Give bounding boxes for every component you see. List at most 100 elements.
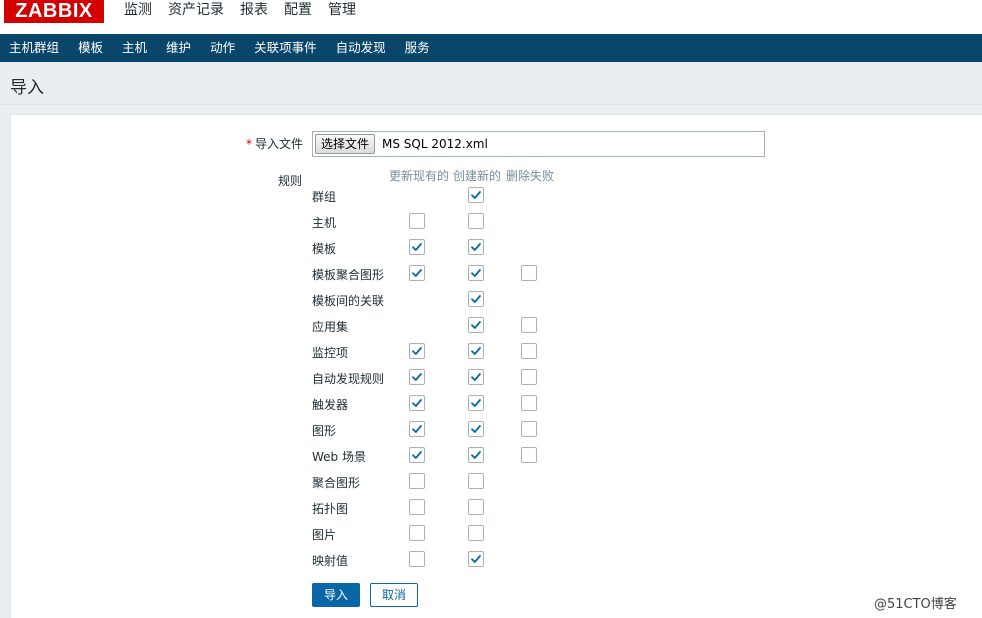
rule-update-checkbox[interactable] — [409, 239, 425, 255]
check-icon — [412, 373, 422, 381]
sub-nav-item[interactable]: 关联项事件 — [247, 34, 324, 62]
sub-nav-item[interactable]: 主机群组 — [2, 34, 66, 62]
rule-create-checkbox[interactable] — [468, 187, 484, 203]
rule-update-checkbox[interactable] — [409, 265, 425, 281]
rule-update-checkbox[interactable] — [409, 395, 425, 411]
title-divider — [0, 104, 982, 105]
choose-file-button[interactable]: 选择文件 — [315, 134, 376, 154]
rule-label: 模板聚合图形 — [312, 268, 385, 282]
sub-nav-item[interactable]: 模板 — [71, 34, 110, 62]
rule-label: 模板间的关联 — [312, 294, 385, 308]
import-file-label: * 导入文件 — [246, 135, 303, 152]
rule-update-checkbox[interactable] — [409, 343, 425, 359]
check-icon — [412, 451, 422, 459]
check-icon — [471, 555, 481, 563]
file-input[interactable]: 选择文件 MS SQL 2012.xml — [312, 131, 765, 157]
main-menu: 监测 资产记录 报表 配置 管理 — [116, 0, 364, 47]
required-mark: * — [246, 137, 252, 151]
rule-create-checkbox[interactable] — [468, 369, 484, 385]
rule-update-checkbox[interactable] — [409, 369, 425, 385]
main-menu-item[interactable]: 配置 — [276, 0, 320, 47]
rule-label: 自动发现规则 — [312, 372, 385, 386]
rule-create-checkbox[interactable] — [468, 499, 484, 515]
sub-nav: 主机群组 模板 主机 维护 动作 关联项事件 自动发现 服务 — [0, 34, 982, 62]
check-icon — [471, 243, 481, 251]
rule-label: 图片 — [312, 528, 337, 542]
check-icon — [471, 191, 481, 199]
check-icon — [471, 347, 481, 355]
import-form-panel — [10, 114, 982, 618]
rule-label: 应用集 — [312, 320, 349, 334]
rule-update-checkbox[interactable] — [409, 447, 425, 463]
import-button[interactable]: 导入 — [312, 583, 360, 607]
top-bar: ZABBIX 监测 资产记录 报表 配置 管理 — [0, 0, 982, 47]
rule-create-checkbox[interactable] — [468, 421, 484, 437]
rule-update-checkbox[interactable] — [409, 551, 425, 567]
rule-create-checkbox[interactable] — [468, 317, 484, 333]
rule-create-checkbox[interactable] — [468, 239, 484, 255]
rule-label: 图形 — [312, 424, 337, 438]
rule-update-checkbox[interactable] — [409, 213, 425, 229]
rule-create-checkbox[interactable] — [468, 525, 484, 541]
rule-label: 拓扑图 — [312, 502, 349, 516]
cancel-button[interactable]: 取消 — [370, 583, 418, 607]
rule-label: 模板 — [312, 242, 337, 256]
rule-label: Web 场景 — [312, 450, 366, 464]
page-title: 导入 — [10, 78, 44, 98]
check-icon — [471, 373, 481, 381]
rule-delete-checkbox[interactable] — [521, 395, 537, 411]
check-icon — [412, 425, 422, 433]
import-file-label-text: 导入文件 — [255, 137, 304, 151]
rule-label: 监控项 — [312, 346, 349, 360]
rule-label: 群组 — [312, 190, 337, 204]
rule-create-checkbox[interactable] — [468, 213, 484, 229]
rule-delete-checkbox[interactable] — [521, 265, 537, 281]
rules-column-header: 创建新的 — [453, 169, 502, 183]
rule-label: 聚合图形 — [312, 476, 361, 490]
selected-file-name: MS SQL 2012.xml — [382, 137, 488, 151]
sub-nav-item[interactable]: 服务 — [398, 34, 437, 62]
watermark: @51CTO博客 — [874, 597, 957, 612]
sub-nav-item[interactable]: 动作 — [203, 34, 242, 62]
sub-nav-item[interactable]: 自动发现 — [329, 34, 393, 62]
rules-column-header: 更新现有的 — [389, 169, 450, 183]
check-icon — [471, 295, 481, 303]
sub-nav-item[interactable]: 维护 — [159, 34, 198, 62]
rule-create-checkbox[interactable] — [468, 265, 484, 281]
rules-label: 规则 — [278, 174, 303, 188]
main-menu-item[interactable]: 报表 — [232, 0, 276, 34]
rule-delete-checkbox[interactable] — [521, 447, 537, 463]
rule-delete-checkbox[interactable] — [521, 317, 537, 333]
main-menu-item[interactable]: 监测 — [116, 0, 160, 34]
main-menu-item[interactable]: 管理 — [320, 0, 364, 34]
rule-create-checkbox[interactable] — [468, 291, 484, 307]
rule-create-checkbox[interactable] — [468, 551, 484, 567]
sub-nav-item[interactable]: 主机 — [115, 34, 154, 62]
check-icon — [471, 425, 481, 433]
rule-delete-checkbox[interactable] — [521, 369, 537, 385]
check-icon — [471, 321, 481, 329]
rule-update-checkbox[interactable] — [409, 473, 425, 489]
check-icon — [412, 243, 422, 251]
check-icon — [471, 451, 481, 459]
check-icon — [412, 269, 422, 277]
rule-create-checkbox[interactable] — [468, 473, 484, 489]
main-menu-item[interactable]: 资产记录 — [160, 0, 232, 34]
check-icon — [471, 269, 481, 277]
rule-update-checkbox[interactable] — [409, 525, 425, 541]
rule-label: 触发器 — [312, 398, 349, 412]
rule-create-checkbox[interactable] — [468, 447, 484, 463]
check-icon — [471, 399, 481, 407]
zabbix-logo[interactable]: ZABBIX — [4, 0, 104, 23]
check-icon — [412, 399, 422, 407]
check-icon — [412, 347, 422, 355]
rules-column-header: 删除失败 — [506, 169, 555, 183]
rule-label: 主机 — [312, 216, 337, 230]
rule-create-checkbox[interactable] — [468, 395, 484, 411]
rule-delete-checkbox[interactable] — [521, 343, 537, 359]
rule-label: 映射值 — [312, 554, 349, 568]
rule-update-checkbox[interactable] — [409, 421, 425, 437]
rule-update-checkbox[interactable] — [409, 499, 425, 515]
rule-delete-checkbox[interactable] — [521, 421, 537, 437]
rule-create-checkbox[interactable] — [468, 343, 484, 359]
